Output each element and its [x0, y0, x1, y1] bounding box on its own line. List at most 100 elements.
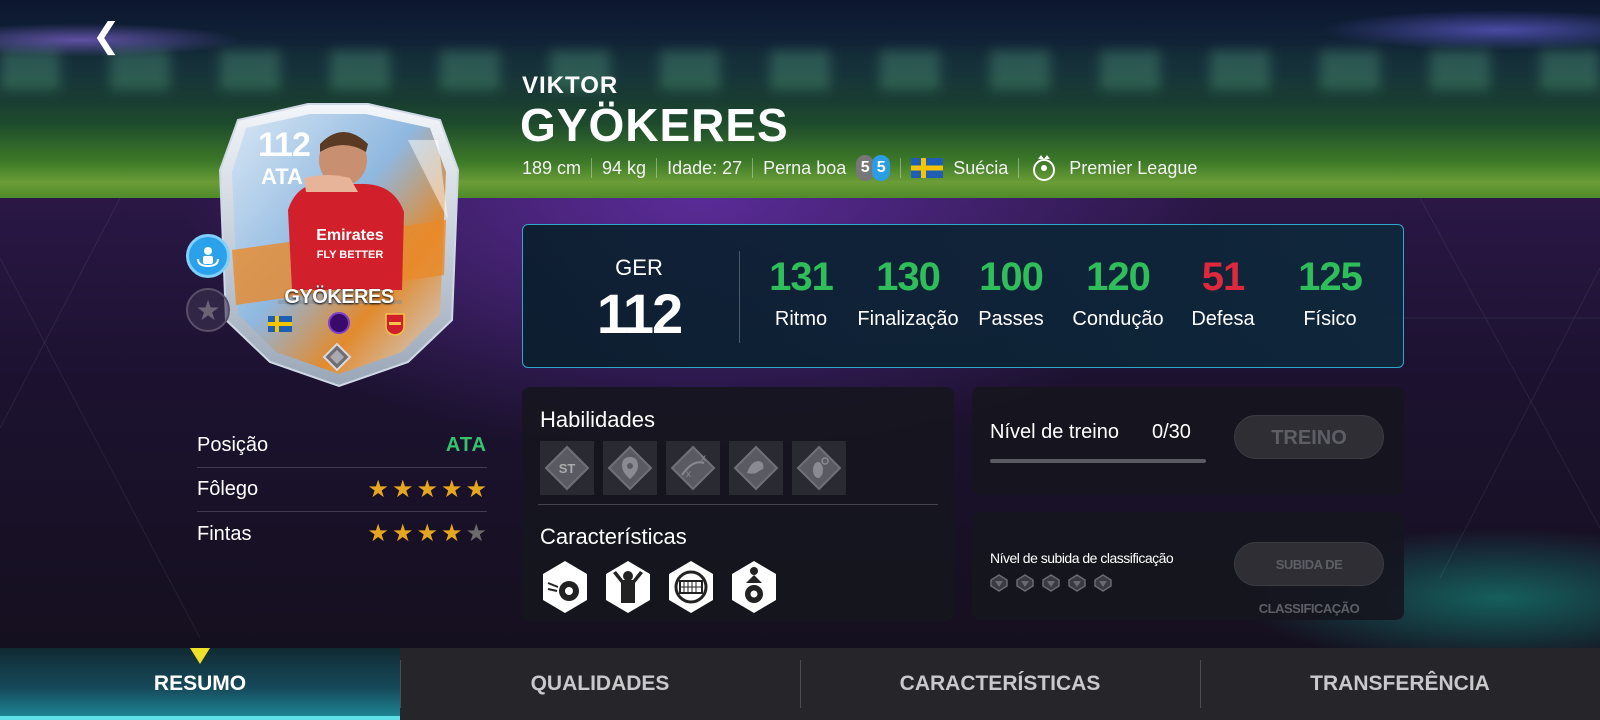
attribute-skill-moves: Fintas ★ ★ ★ ★ ★	[197, 512, 487, 556]
rank-level-icon	[990, 574, 1008, 592]
strong-foot-label: Perna boa	[763, 157, 847, 178]
training-panel: Nível de treino 0/30 TREINO	[972, 387, 1404, 495]
rank-up-levels	[990, 574, 1112, 592]
player-weight: 94 kg	[602, 157, 647, 178]
rank-up-label: Nível de subida de classificação	[990, 550, 1174, 566]
stat-value: 120	[1086, 255, 1151, 299]
location-pin-icon[interactable]	[603, 441, 657, 495]
attribute-label: Fôlego	[197, 478, 259, 500]
training-progress-bar	[990, 459, 1206, 463]
card-position: ATA	[261, 164, 303, 189]
tab-resumo[interactable]: RESUMO	[0, 648, 400, 720]
skills-panel: Habilidades ST xx Características	[522, 387, 954, 621]
tab-qualidades[interactable]: QUALIDADES	[400, 648, 800, 720]
training-value: 0/30	[1152, 421, 1191, 443]
stat-name: Finalização	[857, 308, 959, 330]
sweden-flag-icon	[268, 316, 292, 332]
attribute-position-value: ATA	[445, 434, 487, 456]
rank-level-icon	[1094, 574, 1112, 592]
player-league: Premier League	[1069, 157, 1198, 178]
stat-name: Passes	[978, 308, 1044, 330]
sweden-flag-icon	[911, 158, 944, 178]
star-icon: ★	[391, 520, 414, 547]
stat-value: 130	[876, 255, 941, 299]
stats-panel: GER 112 131 Ritmo 130 Finalização 100 Pa…	[522, 224, 1404, 368]
player-card: Emirates FLY BETTER 112 ATA GYÖKERES	[208, 100, 470, 388]
attribute-stamina: Fôlego ★ ★ ★ ★ ★	[197, 468, 487, 512]
skill-moves-stars: ★ ★ ★ ★ ★	[367, 522, 487, 546]
attribute-position: Posição ATA	[197, 424, 487, 468]
stat-name: Físico	[1303, 308, 1357, 330]
rank-up-panel: Nível de subida de classificação SUBIDA …	[972, 512, 1404, 620]
attribute-label: Fintas	[197, 522, 252, 545]
star-icon: ★	[391, 475, 414, 503]
goal-net-icon[interactable]	[666, 559, 716, 615]
star-icon: ★	[367, 520, 389, 547]
star-icon: ★	[465, 475, 487, 503]
player-last-name: GYÖKERES	[520, 99, 789, 151]
tab-label: QUALIDADES	[530, 672, 670, 695]
training-label: Nível de treino	[990, 421, 1119, 443]
svg-text:x: x	[686, 469, 691, 480]
player-first-name: VIKTOR	[522, 72, 619, 99]
st-badge-icon[interactable]: ST	[540, 441, 594, 495]
tab-label: CARACTERÍSTICAS	[899, 672, 1101, 695]
stat-value: 51	[1201, 255, 1246, 299]
ball-power-shot-icon[interactable]	[540, 559, 590, 615]
star-icon: ★	[367, 475, 389, 503]
foot-rating-badge: 5 5	[856, 155, 891, 181]
swap-player-icon[interactable]	[186, 234, 230, 278]
stat-name: Ritmo	[774, 308, 828, 330]
ball-header-icon[interactable]	[729, 559, 779, 615]
skills-title: Habilidades	[540, 407, 655, 432]
stat-physical: 125 Físico	[1275, 255, 1385, 331]
tab-label: TRANSFERÊNCIA	[1310, 672, 1490, 695]
premier-league-icon	[1033, 155, 1056, 181]
back-button[interactable]: ❮	[92, 18, 122, 54]
stat-name: Defesa	[1191, 308, 1255, 330]
celebrating-player-icon[interactable]	[603, 559, 653, 615]
rank-level-icon	[1016, 574, 1034, 592]
premier-league-icon	[328, 312, 350, 334]
star-icon: ★	[465, 520, 487, 547]
svg-text:Emirates: Emirates	[316, 227, 384, 244]
stat-defending: 51 Defesa	[1168, 255, 1278, 331]
bottom-tab-bar: RESUMO QUALIDADES CARACTERÍSTICAS TRANSF…	[0, 648, 1600, 720]
rank-up-button[interactable]: SUBIDA DE CLASSIFICAÇÃO	[1234, 542, 1384, 616]
flexed-arm-icon[interactable]	[729, 441, 783, 495]
player-meta-row: 189 cm 94 kg Idade: 27 Perna boa 5 5 Sué…	[522, 155, 1197, 181]
train-button[interactable]: TREINO	[1234, 415, 1384, 459]
player-age: Idade: 27	[667, 157, 743, 178]
tab-caracteristicas[interactable]: CARACTERÍSTICAS	[800, 648, 1200, 720]
strong-foot-value: 5	[872, 155, 891, 181]
stamina-stars: ★ ★ ★ ★ ★	[367, 475, 487, 503]
overall-value: 112	[596, 282, 683, 345]
stat-passing: 100 Passes	[956, 255, 1066, 331]
overall-label: GER	[615, 255, 663, 280]
stat-value: 131	[769, 255, 834, 299]
svg-text:ST: ST	[559, 461, 576, 476]
arsenal-crest-icon	[385, 313, 405, 336]
svg-text:FLY BETTER: FLY BETTER	[317, 249, 384, 261]
attribute-label: Posição	[197, 434, 269, 456]
tab-label: RESUMO	[153, 672, 247, 695]
card-rating: 112	[258, 126, 311, 164]
rank-level-icon	[1042, 574, 1060, 592]
player-height: 189 cm	[522, 157, 582, 178]
stat-name: Condução	[1072, 308, 1164, 330]
svg-text:x: x	[701, 453, 706, 464]
stat-value: 125	[1298, 255, 1363, 299]
card-player-name: GYÖKERES	[284, 286, 394, 308]
foot-icon[interactable]	[792, 441, 846, 495]
tactics-board-icon[interactable]: xx	[666, 441, 720, 495]
rank-level-icon	[1068, 574, 1086, 592]
star-icon: ★	[440, 520, 463, 547]
favorite-star-icon[interactable]: ★	[186, 288, 230, 332]
active-tab-indicator	[190, 648, 210, 664]
stat-shooting: 130 Finalização	[853, 255, 963, 331]
stat-dribbling: 120 Condução	[1063, 255, 1173, 331]
star-icon: ★	[416, 520, 438, 547]
tab-transferencia[interactable]: TRANSFERÊNCIA	[1200, 648, 1600, 720]
player-nation: Suécia	[953, 157, 1009, 178]
star-icon: ★	[416, 475, 438, 503]
